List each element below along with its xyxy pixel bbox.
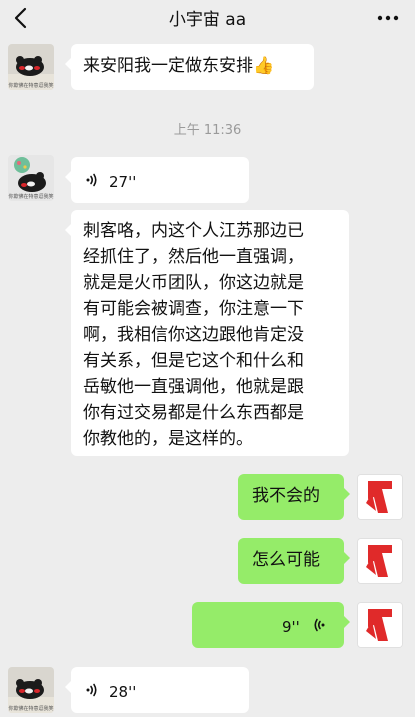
voice-duration: 9'' [282,618,300,636]
avatar[interactable]: 你欺佛在特意逗我笑 [8,44,54,90]
logo-avatar-icon [358,603,402,647]
avatar-caption: 你欺佛在特意逗我笑 [8,706,54,712]
message-line: 啊，我相信你这边跟他肯定没 [83,325,304,345]
my-avatar[interactable] [357,538,403,584]
top-bar: 小宇宙 aa [0,0,415,36]
chat-title: 小宇宙 aa [168,10,247,30]
my-avatar[interactable] [357,602,403,648]
message-bubble[interactable]: 刺客咯，内这个人江苏那边已 经抓住了，然后他一直强调， 就是是火币团队，你这边就… [65,210,349,456]
avatar-caption: 你欺佛在特意逗我笑 [8,83,54,89]
logo-avatar-icon [358,475,402,519]
timestamp: 上午 11:36 [173,123,242,138]
message-text: 来安阳我一定做东安排👍 [83,56,275,76]
message-line: 岳敏他一直强调他，他就是跟 [83,377,304,397]
voice-wave-icon [314,618,325,632]
message-line: 经抓住了，然后他一直强调， [83,247,304,267]
voice-wave-icon [86,173,97,187]
avatar[interactable]: 你欺佛在特意逗我笑 [8,667,54,713]
ellipsis-icon[interactable] [377,10,399,26]
message-bubble[interactable]: 来安阳我一定做东安排👍 [65,44,314,90]
voice-message-bubble[interactable]: 27'' [65,157,249,203]
logo-avatar-icon [358,539,402,583]
my-voice-message-bubble[interactable]: 9'' [192,602,350,648]
message-text: 怎么可能 [252,550,320,570]
message-line: 刺客咯，内这个人江苏那边已 [83,221,304,241]
message-line: 有可能会被调查，你注意一下 [83,299,304,319]
message-line: 你有过交易都是什么东西都是 [83,403,304,423]
avatar[interactable]: 你欺佛在特意逗我笑 [8,155,54,201]
voice-wave-icon [86,683,97,697]
my-message-bubble[interactable]: 我不会的 [238,474,350,520]
avatar-caption: 你欺佛在特意逗我笑 [8,194,54,200]
voice-duration: 27'' [109,173,137,191]
my-avatar[interactable] [357,474,403,520]
voice-duration: 28'' [109,683,137,701]
voice-message-bubble[interactable]: 28'' [65,667,249,713]
my-message-bubble[interactable]: 怎么可能 [238,538,350,584]
message-text: 我不会的 [252,486,320,506]
message-line: 就是是火币团队，你这边就是 [83,273,304,293]
message-line: 有关系，但是它这个和什么和 [83,351,304,371]
message-line: 你教他的，是这样的。 [83,429,253,449]
